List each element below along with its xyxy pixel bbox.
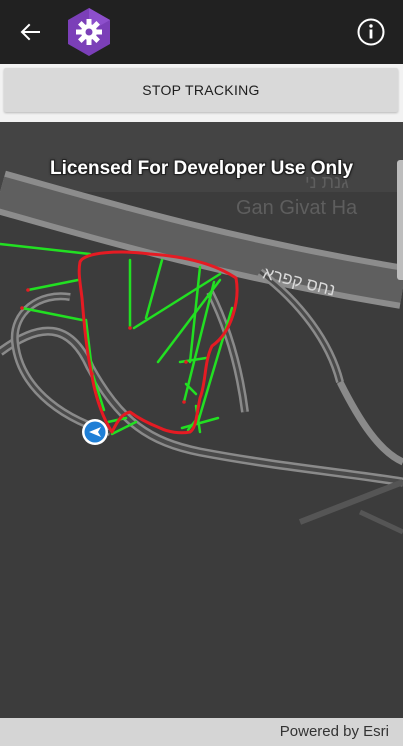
gear-logo-icon xyxy=(68,8,110,56)
attribution-text: Powered by Esri xyxy=(279,723,389,740)
license-watermark: Licensed For Developer Use Only xyxy=(49,158,354,179)
info-circle-icon xyxy=(357,18,385,46)
arrow-left-icon xyxy=(20,23,40,41)
tracking-toolbar: STOP TRACKING xyxy=(0,64,403,122)
info-button[interactable] xyxy=(353,14,389,50)
area-label: Gan Givat Ha xyxy=(236,197,358,219)
map-scrollbar[interactable] xyxy=(397,160,403,280)
app-bar xyxy=(0,0,403,64)
app-logo xyxy=(64,6,114,58)
map-view[interactable]: נחס קפרא Gan Givat Ha גנת ני Licensed Fo… xyxy=(0,122,403,718)
back-button[interactable] xyxy=(14,16,46,48)
attribution-bar: Powered by Esri xyxy=(0,718,403,746)
map-canvas: נחס קפרא Gan Givat Ha גנת ני xyxy=(0,122,403,718)
location-marker[interactable] xyxy=(82,419,108,445)
stop-tracking-button[interactable]: STOP TRACKING xyxy=(4,68,398,112)
